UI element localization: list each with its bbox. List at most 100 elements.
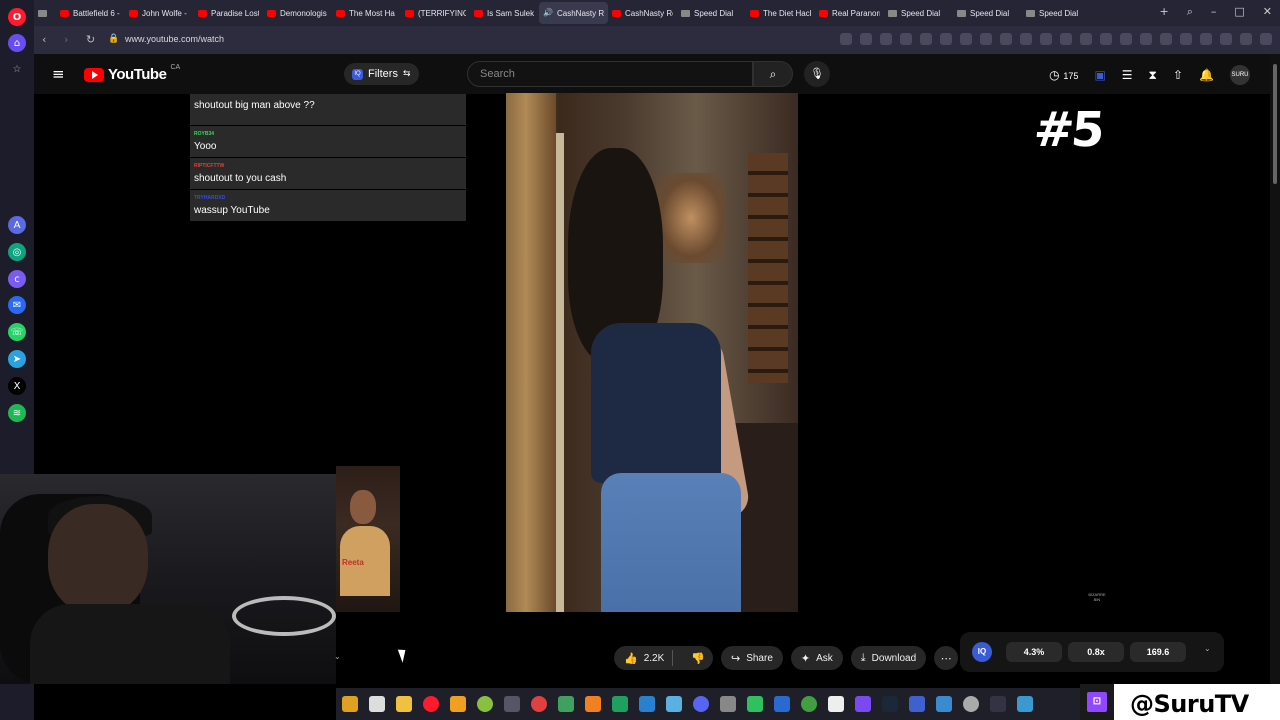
app-icon[interactable] <box>612 696 628 712</box>
extension-icon[interactable] <box>860 33 872 45</box>
url-field[interactable]: www.youtube.com/watch <box>125 34 224 44</box>
tab-1[interactable]: John Wolfe - <box>125 2 194 24</box>
extension-icon[interactable] <box>1080 33 1092 45</box>
extension-icon[interactable] <box>840 33 852 45</box>
forward-icon[interactable]: › <box>64 33 68 46</box>
bookmark-icon[interactable]: ☆ <box>8 60 26 78</box>
chevron-down-icon[interactable]: ⌄ <box>1204 644 1211 653</box>
extension-icon[interactable] <box>1040 33 1052 45</box>
app-icon[interactable] <box>639 696 655 712</box>
steam-icon[interactable] <box>882 696 898 712</box>
app-icon[interactable] <box>477 696 493 712</box>
menu-icon[interactable]: ≡ <box>52 65 65 83</box>
app-icon[interactable] <box>450 696 466 712</box>
extension-icon[interactable] <box>1260 33 1272 45</box>
tab-8[interactable]: CashNasty Re <box>608 2 677 24</box>
app-icon[interactable] <box>801 696 817 712</box>
more-options-button[interactable]: ⋯ <box>934 646 959 670</box>
whatsapp-icon[interactable]: ☏ <box>8 323 26 341</box>
app-icon[interactable] <box>531 696 547 712</box>
discord-icon[interactable] <box>693 696 709 712</box>
extension-icon[interactable] <box>920 33 932 45</box>
share-button[interactable]: ↪ Share <box>720 646 783 670</box>
app-icon[interactable] <box>369 696 385 712</box>
spotify-icon[interactable]: ≋ <box>8 404 26 422</box>
tab-9[interactable]: Speed Dial <box>677 2 746 24</box>
app-icon[interactable] <box>909 696 925 712</box>
app-icon[interactable] <box>558 696 574 712</box>
search-input[interactable]: Search <box>467 61 753 87</box>
app-icon[interactable] <box>990 696 1006 712</box>
extension-icon[interactable] <box>1100 33 1112 45</box>
extension-icon[interactable] <box>940 33 952 45</box>
file-explorer-icon[interactable] <box>396 696 412 712</box>
app-icon[interactable] <box>747 696 763 712</box>
x-icon[interactable]: X <box>8 377 26 395</box>
extension-icon[interactable] <box>1220 33 1232 45</box>
tab-2[interactable]: Paradise Lost <box>194 2 263 24</box>
app-icon[interactable] <box>585 696 601 712</box>
avatar[interactable]: SURU <box>1230 65 1250 85</box>
tab-13[interactable]: Speed Dial <box>953 2 1022 24</box>
tab-14[interactable]: Speed Dial <box>1022 2 1091 24</box>
reload-icon[interactable]: ↻ <box>86 33 95 46</box>
app-icon[interactable] <box>666 696 682 712</box>
thumbs-down-icon[interactable]: 👎 <box>683 652 713 665</box>
extension-icon[interactable] <box>1000 33 1012 45</box>
like-count[interactable]: 2.2K <box>644 653 665 664</box>
cs-icon[interactable]: c <box>8 270 26 288</box>
iq-logo-icon[interactable]: IQ <box>972 642 992 662</box>
extension-icon[interactable] <box>1120 33 1132 45</box>
ask-button[interactable]: ✦ Ask <box>790 646 843 670</box>
tab-7[interactable]: 🔊 CashNasty Reacts <box>539 2 608 24</box>
timer-icon[interactable]: ◷ 175 <box>1049 68 1078 82</box>
microphone-icon[interactable]: 🎙 <box>804 61 830 87</box>
download-button[interactable]: ⤓ Download <box>850 646 927 670</box>
extension-icon[interactable] <box>1180 33 1192 45</box>
tab-10[interactable]: The Diet Hack <box>746 2 815 24</box>
extension-icon[interactable] <box>1240 33 1252 45</box>
chevron-down-icon[interactable]: ⌄ <box>334 652 341 661</box>
extension-icon[interactable] <box>1140 33 1152 45</box>
app-icon[interactable] <box>504 696 520 712</box>
settings-icon[interactable] <box>963 696 979 712</box>
aria-icon[interactable]: A <box>8 216 26 234</box>
hourglass-icon[interactable]: ⧗ <box>1149 68 1157 83</box>
thumbs-up-icon[interactable]: 👍 <box>624 652 638 665</box>
opera-taskbar-icon[interactable] <box>423 696 439 712</box>
app-icon[interactable] <box>936 696 952 712</box>
extension-icon[interactable] <box>1160 33 1172 45</box>
maximize-icon[interactable]: □ <box>1234 5 1244 19</box>
search-icon[interactable]: ⌕ <box>753 61 793 87</box>
tab-5[interactable]: (TERRIFYING) <box>401 2 470 24</box>
scrollbar[interactable] <box>1270 54 1280 684</box>
scrollbar-thumb[interactable] <box>1273 64 1277 184</box>
close-icon[interactable]: ✕ <box>1263 5 1272 19</box>
tab-pinned[interactable] <box>34 2 56 24</box>
queue-icon[interactable]: ☰ <box>1122 68 1133 82</box>
filters-button[interactable]: IQ Filters ⇆ <box>344 63 419 85</box>
tab-12[interactable]: Speed Dial <box>884 2 953 24</box>
chatgpt-icon[interactable]: ◎ <box>8 243 26 261</box>
notifications-bell-icon[interactable]: 🔔 <box>1199 68 1214 82</box>
app-icon[interactable] <box>1017 696 1033 712</box>
app-icon[interactable] <box>720 696 736 712</box>
search-tabs-icon[interactable]: ⌕ <box>1187 5 1193 19</box>
opera-logo-icon[interactable]: O <box>8 8 26 26</box>
tab-4[interactable]: The Most Ha <box>332 2 401 24</box>
app-icon[interactable] <box>774 696 790 712</box>
extension-icon[interactable] <box>980 33 992 45</box>
app-icon[interactable] <box>342 696 358 712</box>
extension-icon[interactable] <box>900 33 912 45</box>
app-icon[interactable] <box>828 696 844 712</box>
extension-icon[interactable] <box>1200 33 1212 45</box>
tab-6[interactable]: Is Sam Sulek <box>470 2 539 24</box>
telegram-icon[interactable]: ➤ <box>8 350 26 368</box>
minimize-icon[interactable]: – <box>1211 5 1217 19</box>
youtube-logo[interactable]: YouTube CA <box>84 64 180 83</box>
new-tab-icon[interactable]: + <box>1159 5 1168 19</box>
tab-0[interactable]: Battlefield 6 - <box>56 2 125 24</box>
extension-icon[interactable] <box>1020 33 1032 45</box>
home-icon[interactable]: ⌂ <box>8 34 26 52</box>
upload-icon[interactable]: ⇧ <box>1173 68 1183 82</box>
